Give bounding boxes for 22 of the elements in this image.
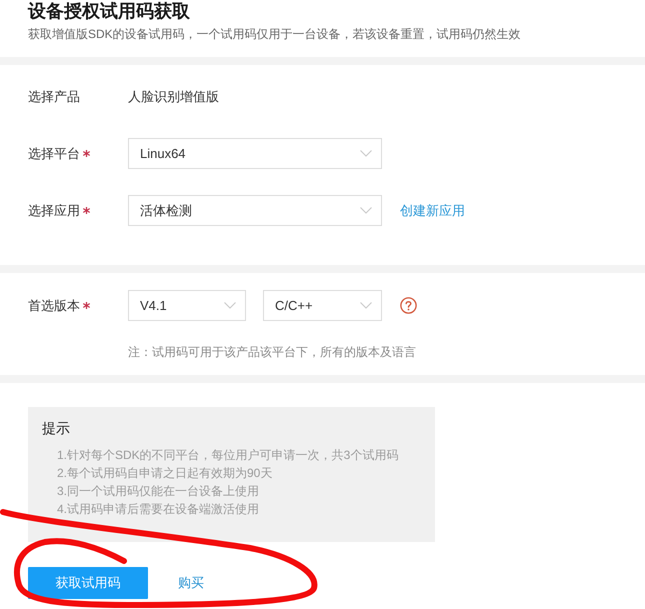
note-text: 注：试用码可用于该产品该平台下，所有的版本及语言 <box>128 344 416 360</box>
tip-item: 3.同一个试用码仅能在一台设备上使用 <box>57 483 260 500</box>
chevron-down-icon <box>360 150 372 157</box>
page-title: 设备授权试用码获取 <box>28 0 190 22</box>
help-icon[interactable] <box>400 297 417 314</box>
tip-item: 1.针对每个SDK的不同平台，每位用户可申请一次，共3个试用码 <box>57 447 398 464</box>
field-value: 人脸识别增值版 <box>128 88 219 106</box>
dropdown-select[interactable]: C/C++ <box>263 290 382 321</box>
field-label: 首选版本 <box>28 296 80 314</box>
page-subtitle: 获取增值版SDK的设备试用码，一个试用码仅用于一台设备，若该设备重置，试用码仍然生效 <box>28 26 521 42</box>
tip-item: 2.每个试用码自申请之日起有效期为90天 <box>57 465 272 482</box>
tips-title: 提示 <box>42 419 70 438</box>
field-label: 选择应用 <box>28 202 80 220</box>
chevron-down-icon <box>224 302 236 309</box>
tip-item: 4.试用码申请后需要在设备端激活使用 <box>57 501 260 518</box>
dropdown-select[interactable]: 活体检测 <box>128 195 382 226</box>
chevron-down-icon <box>360 207 372 214</box>
field-label: 选择产品 <box>28 88 80 106</box>
chevron-down-icon <box>360 302 372 309</box>
field-label: 选择平台 <box>28 144 80 162</box>
dropdown-select[interactable]: V4.1 <box>128 290 246 321</box>
dropdown-select[interactable]: Linux64 <box>128 138 382 169</box>
